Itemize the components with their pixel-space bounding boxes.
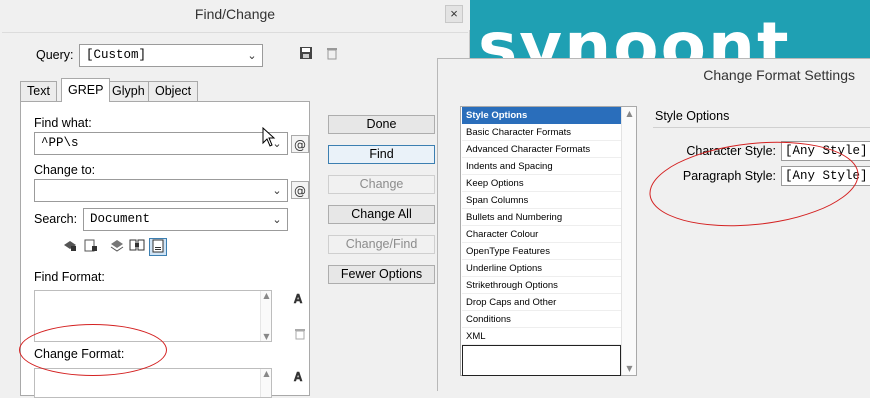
change-to-input[interactable]: ⌄ (34, 179, 288, 202)
character-style-label: Character Style: (686, 144, 776, 158)
category-basic-character-formats[interactable]: Basic Character Formats (462, 124, 621, 141)
paragraph-style-select[interactable]: [Any Style] (781, 166, 870, 186)
include-locked-layers-icon[interactable] (61, 238, 79, 256)
clear-find-format-icon[interactable] (291, 327, 309, 345)
query-label: Query: (36, 48, 74, 62)
find-format-label: Find Format: (34, 270, 105, 284)
category-keep-options[interactable]: Keep Options (462, 175, 621, 192)
change-to-label: Change to: (34, 163, 96, 177)
find-what-label: Find what: (34, 116, 92, 130)
character-style-value: [Any Style] (785, 144, 868, 158)
special-characters-icon[interactable]: @ (291, 181, 309, 199)
scrollbar[interactable]: ▲ (260, 369, 271, 397)
include-footnotes-icon[interactable] (149, 238, 167, 256)
category-opentype-features[interactable]: OpenType Features (462, 243, 621, 260)
specify-find-format-icon[interactable]: 𝐀 (289, 290, 307, 308)
section-divider (653, 127, 870, 128)
paragraph-style-label: Paragraph Style: (682, 169, 776, 183)
category-xml[interactable]: XML (462, 328, 621, 345)
category-style-options[interactable]: Style Options (462, 107, 621, 124)
find-what-input[interactable]: ^PP\s ⌄ (34, 132, 288, 155)
change-format-label: Change Format: (34, 347, 125, 361)
specify-change-format-icon[interactable]: 𝐀 (289, 368, 307, 386)
search-label: Search: (34, 212, 78, 226)
done-button[interactable]: Done (328, 115, 435, 134)
find-button[interactable]: Find (328, 145, 435, 164)
query-value: [Custom] (86, 48, 147, 62)
chevron-down-icon: ⌄ (272, 184, 282, 197)
tab-grep[interactable]: GREP (61, 78, 111, 102)
category-edit-box[interactable] (462, 345, 621, 376)
scroll-down-icon[interactable]: ▼ (261, 332, 272, 341)
query-select[interactable]: [Custom] ⌄ (79, 44, 263, 67)
scrollbar[interactable]: ▲ ▼ (260, 291, 271, 341)
search-scope-value: Document (90, 212, 151, 226)
category-span-columns[interactable]: Span Columns (462, 192, 621, 209)
category-strikethrough-options[interactable]: Strikethrough Options (462, 277, 621, 294)
special-characters-icon[interactable]: @ (291, 135, 309, 153)
scrollbar[interactable]: ▲ ▼ (621, 107, 636, 375)
category-character-colour[interactable]: Character Colour (462, 226, 621, 243)
delete-query-icon[interactable] (323, 46, 341, 64)
change-format-settings-dialog: Change Format Settings Style Options Bas… (437, 58, 870, 391)
category-drop-caps-and-other[interactable]: Drop Caps and Other (462, 294, 621, 311)
include-hidden-layers-icon[interactable] (108, 238, 126, 256)
format-category-list: Style Options Basic Character Formats Ad… (460, 106, 637, 376)
find-format-box[interactable]: ▲ ▼ (34, 290, 272, 342)
tab-text[interactable]: Text (20, 81, 57, 101)
scroll-up-icon[interactable]: ▲ (261, 291, 272, 300)
category-conditions[interactable]: Conditions (462, 311, 621, 328)
scroll-up-icon[interactable]: ▲ (261, 369, 272, 378)
tab-glyph[interactable]: Glyph (105, 81, 152, 101)
find-what-value: ^PP\s (41, 136, 79, 150)
find-change-dialog: Find/Change × Query: [Custom] ⌄ Text GRE… (0, 0, 470, 398)
title-divider (2, 32, 468, 33)
category-underline-options[interactable]: Underline Options (462, 260, 621, 277)
scroll-down-icon[interactable]: ▼ (622, 364, 637, 373)
category-advanced-character-formats[interactable]: Advanced Character Formats (462, 141, 621, 158)
search-scope-select[interactable]: Document ⌄ (83, 208, 288, 231)
save-query-icon[interactable] (297, 46, 315, 64)
fewer-options-button[interactable]: Fewer Options (328, 265, 435, 284)
change-find-button[interactable]: Change/Find (328, 235, 435, 254)
scroll-up-icon[interactable]: ▲ (622, 109, 637, 118)
include-locked-stories-icon[interactable] (82, 238, 100, 256)
category-bullets-and-numbering[interactable]: Bullets and Numbering (462, 209, 621, 226)
paragraph-style-value: [Any Style] (785, 169, 868, 183)
character-style-select[interactable]: [Any Style] (781, 141, 870, 161)
chevron-down-icon: ⌄ (247, 49, 257, 62)
change-format-box[interactable]: ▲ (34, 368, 272, 398)
mouse-cursor-icon (262, 126, 276, 150)
style-options-heading: Style Options (655, 109, 730, 123)
tab-object[interactable]: Object (148, 81, 199, 101)
change-format-settings-title: Change Format Settings (703, 67, 855, 83)
chevron-down-icon: ⌄ (272, 213, 282, 226)
find-change-title: Find/Change (0, 0, 470, 30)
include-master-pages-icon[interactable] (128, 238, 146, 256)
category-indents-and-spacing[interactable]: Indents and Spacing (462, 158, 621, 175)
change-all-button[interactable]: Change All (328, 205, 435, 224)
change-button[interactable]: Change (328, 175, 435, 194)
close-icon[interactable]: × (445, 5, 463, 23)
